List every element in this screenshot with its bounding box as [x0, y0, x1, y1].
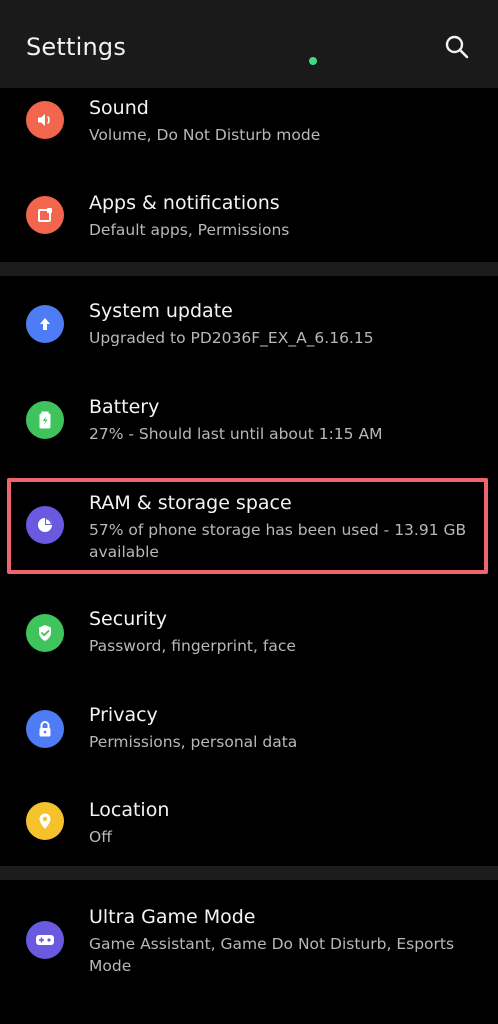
settings-group-3: Ultra Game Mode Game Assistant, Game Do … [0, 880, 498, 1024]
pie-chart-icon [26, 506, 64, 544]
item-subtitle: 27% - Should last until about 1:15 AM [89, 425, 383, 443]
settings-screen: Settings Sound Volume, Do Not Disturb mo… [0, 0, 498, 1024]
item-subtitle: Default apps, Permissions [89, 221, 290, 239]
settings-item-privacy[interactable]: Privacy Permissions, personal data [0, 686, 498, 782]
settings-item-ram-storage[interactable]: RAM & storage space 57% of phone storage… [0, 468, 498, 590]
settings-item-apps-notifications[interactable]: Apps & notifications Default apps, Permi… [0, 178, 498, 262]
item-subtitle: Game Assistant, Game Do Not Disturb, Esp… [89, 935, 455, 975]
item-subtitle: Off [89, 828, 112, 846]
speaker-icon [26, 101, 64, 139]
item-title: Privacy [89, 704, 158, 726]
settings-item-sound[interactable]: Sound Volume, Do Not Disturb mode [0, 88, 498, 178]
settings-item-security[interactable]: Security Password, fingerprint, face [0, 590, 498, 686]
app-header: Settings [0, 0, 498, 88]
item-title: Sound [89, 97, 149, 119]
item-title: Apps & notifications [89, 192, 280, 214]
settings-item-battery[interactable]: Battery 27% - Should last until about 1:… [0, 372, 498, 468]
item-subtitle: Volume, Do Not Disturb mode [89, 126, 321, 144]
search-button[interactable] [440, 30, 474, 64]
section-divider [0, 866, 498, 880]
search-icon [445, 35, 469, 59]
settings-item-ultra-game-mode[interactable]: Ultra Game Mode Game Assistant, Game Do … [0, 880, 498, 1000]
gamepad-icon [26, 921, 64, 959]
shield-icon [26, 614, 64, 652]
item-subtitle: Upgraded to PD2036F_EX_A_6.16.15 [89, 329, 374, 347]
item-title: Ultra Game Mode [89, 906, 256, 928]
battery-icon [26, 401, 64, 439]
settings-group-2: System update Upgraded to PD2036F_EX_A_6… [0, 276, 498, 866]
item-title: Battery [89, 396, 160, 418]
settings-group-1: Sound Volume, Do Not Disturb mode Apps &… [0, 88, 498, 262]
location-pin-icon [26, 802, 64, 840]
settings-item-system-update[interactable]: System update Upgraded to PD2036F_EX_A_6… [0, 276, 498, 372]
apps-icon [26, 196, 64, 234]
item-title: Security [89, 608, 168, 630]
item-subtitle: Password, fingerprint, face [89, 637, 296, 655]
camera-indicator-dot [309, 57, 317, 65]
item-title: System update [89, 300, 233, 322]
item-title: RAM & storage space [89, 492, 292, 514]
page-title: Settings [26, 33, 127, 61]
section-divider [0, 262, 498, 276]
arrow-up-icon [26, 305, 64, 343]
lock-icon [26, 710, 64, 748]
item-title: Location [89, 799, 170, 821]
settings-item-location[interactable]: Location Off [0, 782, 498, 866]
item-subtitle: Permissions, personal data [89, 733, 298, 751]
item-subtitle: 57% of phone storage has been used - 13.… [89, 521, 467, 561]
